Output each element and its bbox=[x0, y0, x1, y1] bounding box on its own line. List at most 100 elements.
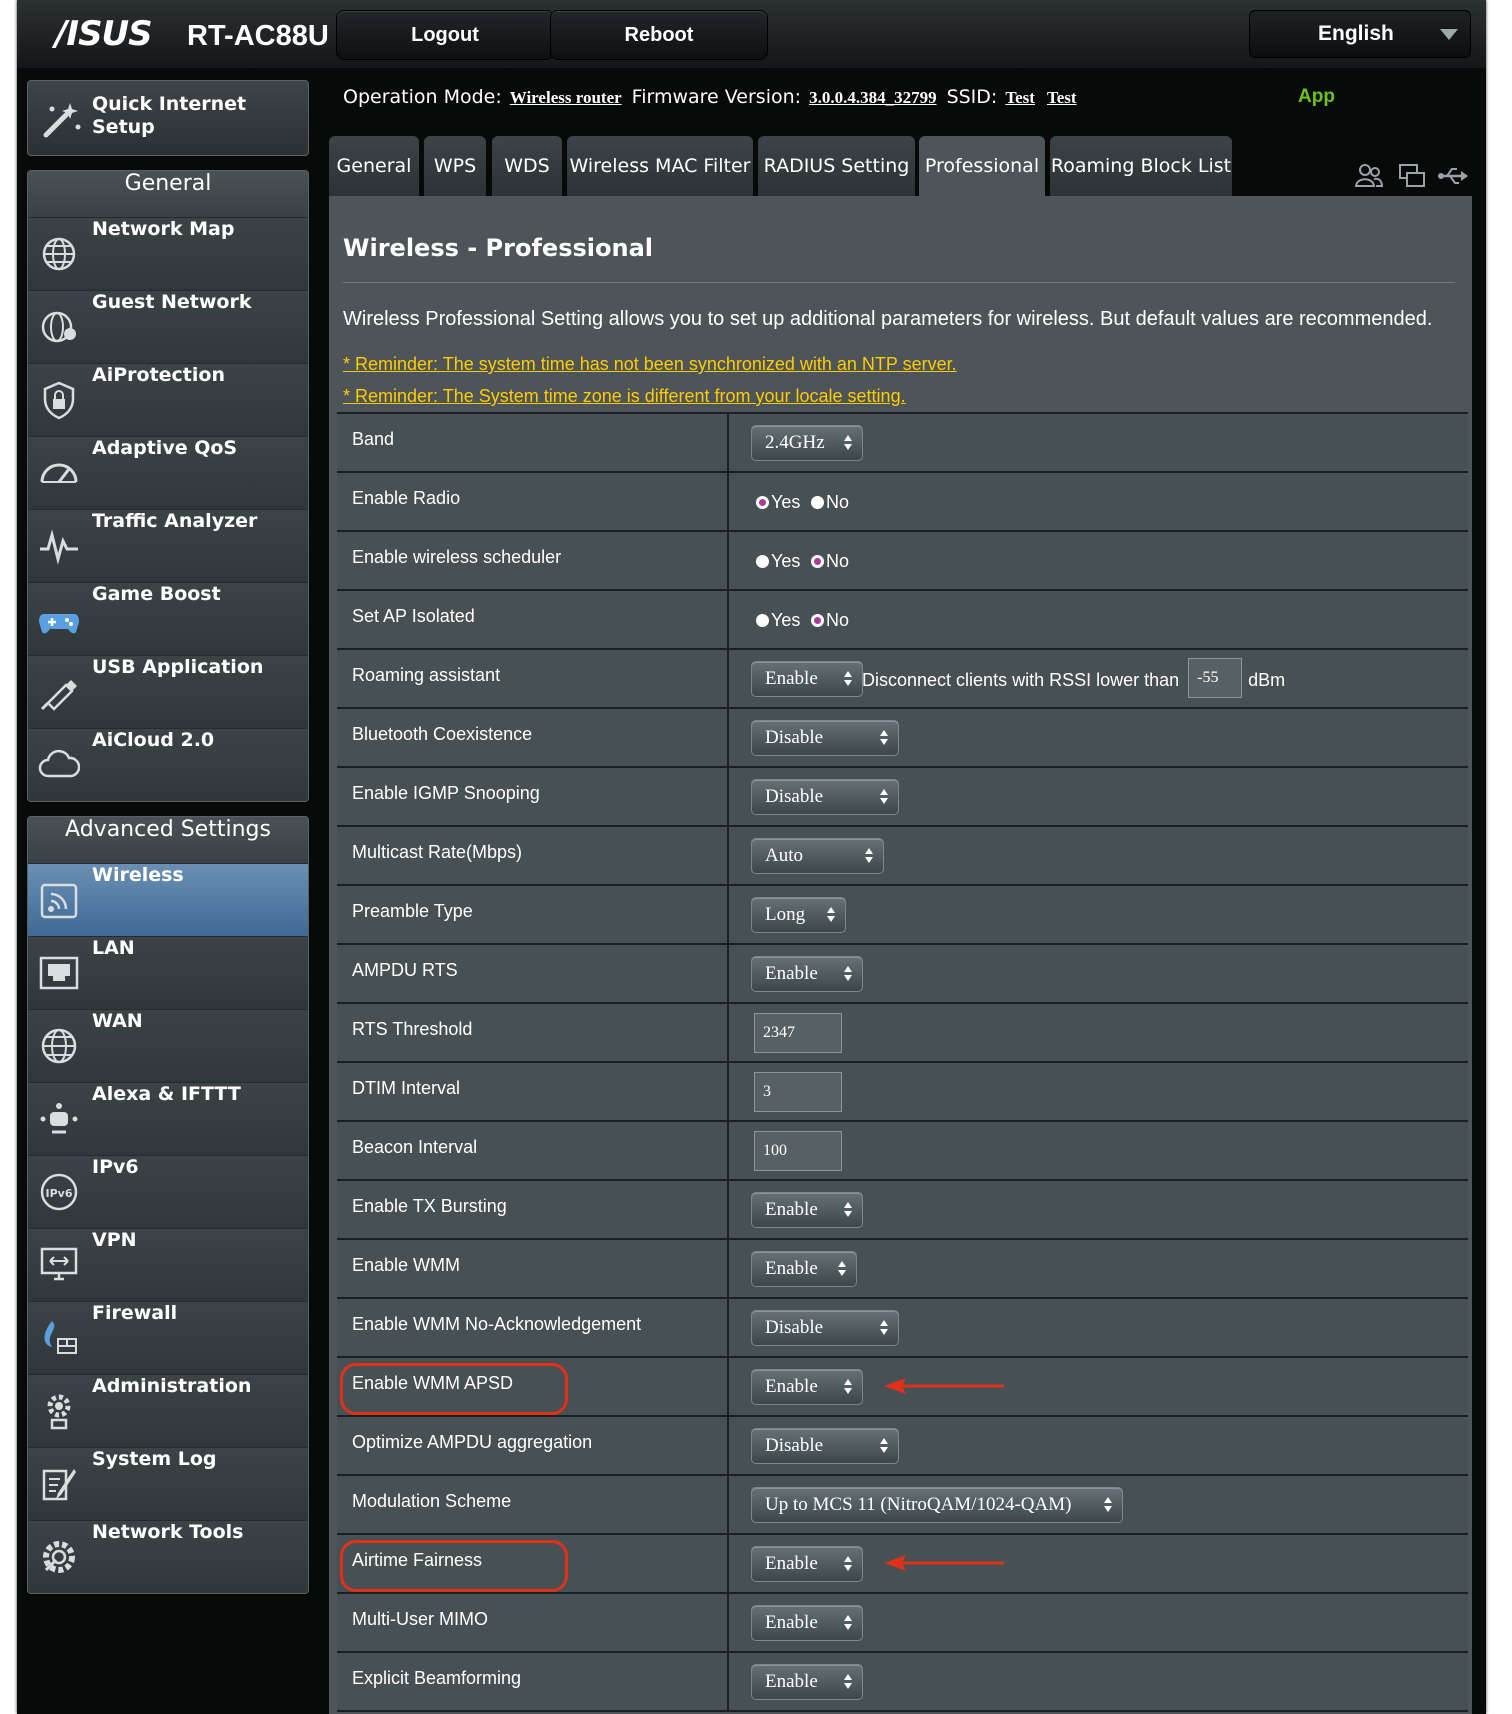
beacon-interval-input[interactable]: 100 bbox=[754, 1131, 842, 1171]
setting-control-enable-radio: Yes No bbox=[741, 473, 1468, 530]
enable-wireless-scheduler-radio-no[interactable]: No bbox=[811, 547, 849, 575]
roaming-assistant-select-value: Enable bbox=[765, 668, 818, 689]
setting-label-beacon-interval: Beacon Interval bbox=[337, 1122, 729, 1179]
nav-advanced-lan[interactable]: LAN bbox=[28, 936, 308, 1009]
enable-wmm-select[interactable]: Enable bbox=[751, 1251, 857, 1287]
tab-professional[interactable]: Professional bbox=[919, 136, 1045, 196]
advanced-settings-section: Advanced Settings Wireless LAN WAN Alexa & … bbox=[27, 816, 309, 1594]
setting-label-optimize-ampdu-aggregation: Optimize AMPDU aggregation bbox=[337, 1417, 729, 1474]
setting-label-bluetooth-coexistence: Bluetooth Coexistence bbox=[337, 709, 729, 766]
nav-general-label: USB Application bbox=[92, 656, 264, 678]
nav-advanced-wan[interactable]: WAN bbox=[28, 1009, 308, 1082]
multicast-rate-mbps-select[interactable]: Auto bbox=[751, 838, 884, 874]
setting-row-enable-radio: Enable Radio Yes No bbox=[337, 473, 1468, 532]
router-admin-page: { "header": { "brand": "/ISUS", "model":… bbox=[0, 0, 1512, 1714]
updown-arrow-icon bbox=[1103, 1497, 1113, 1513]
enable-tx-bursting-select[interactable]: Enable bbox=[751, 1192, 863, 1228]
radio-button-icon[interactable] bbox=[811, 495, 824, 509]
setting-label-enable-wmm: Enable WMM bbox=[337, 1240, 729, 1297]
modulation-scheme-select-value: Up to MCS 11 (NitroQAM/1024-QAM) bbox=[765, 1494, 1072, 1515]
ampdu-rts-select[interactable]: Enable bbox=[751, 956, 863, 992]
nav-general-network-map[interactable]: Network Map bbox=[28, 217, 308, 290]
tab-radius-setting[interactable]: RADIUS Setting bbox=[758, 136, 915, 196]
radio-button-icon[interactable] bbox=[811, 554, 824, 568]
nav-general-aicloud-2-0[interactable]: AiCloud 2.0 bbox=[28, 728, 308, 801]
setting-row-dtim-interval: DTIM Interval 3 bbox=[337, 1063, 1468, 1122]
enable-igmp-snooping-select[interactable]: Disable bbox=[751, 779, 899, 815]
modulation-scheme-select[interactable]: Up to MCS 11 (NitroQAM/1024-QAM) bbox=[751, 1487, 1123, 1523]
app-link[interactable]: App bbox=[1298, 86, 1335, 108]
tab-general[interactable]: General bbox=[329, 136, 419, 196]
nav-advanced-label: WAN bbox=[92, 1010, 143, 1032]
nav-advanced-alexa-and-ifttt[interactable]: Alexa & IFTTT bbox=[28, 1082, 308, 1155]
nav-advanced-vpn[interactable]: VPN bbox=[28, 1228, 308, 1301]
firewall-icon bbox=[38, 1317, 80, 1359]
users-icon[interactable] bbox=[1354, 162, 1384, 190]
enable-radio-radio-yes[interactable]: Yes bbox=[756, 488, 800, 516]
enable-wmm-no-acknowledgement-select-value: Disable bbox=[765, 1317, 824, 1338]
setting-control-enable-wmm: Enable bbox=[741, 1240, 1468, 1297]
red-arrow-icon bbox=[882, 1375, 1007, 1397]
language-select[interactable]: English bbox=[1249, 10, 1471, 58]
rssi-input[interactable]: -55 bbox=[1188, 658, 1243, 698]
bluetooth-coexistence-select[interactable]: Disable bbox=[751, 720, 899, 756]
setting-label-set-ap-isolated: Set AP Isolated bbox=[337, 591, 729, 648]
setting-label-explicit-beamforming: Explicit Beamforming bbox=[337, 1653, 729, 1710]
setting-control-bluetooth-coexistence: Disable bbox=[741, 709, 1468, 766]
vpn-monitor-icon bbox=[38, 1244, 80, 1286]
enable-wmm-apsd-select[interactable]: Enable bbox=[751, 1369, 863, 1405]
tab-wireless-mac-filter[interactable]: Wireless MAC Filter bbox=[567, 136, 753, 196]
nav-general-game-boost[interactable]: Game Boost bbox=[28, 582, 308, 655]
multi-user-mimo-select-value: Enable bbox=[765, 1612, 818, 1633]
band-select[interactable]: 2.4GHz bbox=[751, 425, 863, 461]
optimize-ampdu-aggregation-select[interactable]: Disable bbox=[751, 1428, 899, 1464]
ssid-link-1[interactable]: Test bbox=[1005, 88, 1035, 107]
radio-button-icon[interactable] bbox=[756, 495, 769, 509]
operation-mode-link[interactable]: Wireless router bbox=[510, 88, 622, 107]
nav-general-guest-network[interactable]: Guest Network bbox=[28, 290, 308, 363]
nav-general-aiprotection[interactable]: AiProtection bbox=[28, 363, 308, 436]
nav-general-adaptive-qos[interactable]: Adaptive QoS bbox=[28, 436, 308, 509]
reminder-timezone-link[interactable]: * Reminder: The System time zone is diff… bbox=[343, 386, 906, 407]
nav-general-usb-application[interactable]: USB Application bbox=[28, 655, 308, 728]
nav-general-label: Guest Network bbox=[92, 291, 252, 313]
ssid-link-2[interactable]: Test bbox=[1047, 88, 1077, 107]
radio-button-icon[interactable] bbox=[756, 613, 769, 627]
firmware-version-link[interactable]: 3.0.0.4.384_32799 bbox=[809, 88, 937, 107]
usb-icon[interactable] bbox=[1437, 162, 1471, 190]
tab-wds[interactable]: WDS bbox=[492, 136, 562, 196]
roaming-assistant-select[interactable]: Enable bbox=[751, 661, 863, 697]
radio-button-icon[interactable] bbox=[756, 554, 769, 568]
setting-row-set-ap-isolated: Set AP Isolated Yes No bbox=[337, 591, 1468, 650]
tab-roaming-block-list[interactable]: Roaming Block List bbox=[1050, 136, 1232, 196]
nav-advanced-network-tools[interactable]: Network Tools bbox=[28, 1520, 308, 1593]
reminder-ntp-link[interactable]: * Reminder: The system time has not been… bbox=[343, 354, 957, 375]
dtim-interval-input[interactable]: 3 bbox=[754, 1072, 842, 1112]
advanced-settings-title: Advanced Settings bbox=[28, 817, 308, 863]
nav-advanced-administration[interactable]: Administration bbox=[28, 1374, 308, 1447]
title-divider bbox=[343, 282, 1455, 283]
nav-general-label: Network Map bbox=[92, 218, 235, 240]
logout-button[interactable]: Logout bbox=[336, 10, 554, 60]
enable-radio-radio-no[interactable]: No bbox=[811, 488, 849, 516]
nav-advanced-ipv6[interactable]: IPv6 IPv6 bbox=[28, 1155, 308, 1228]
nav-advanced-wireless[interactable]: Wireless bbox=[28, 863, 308, 936]
setting-row-multi-user-mimo: Multi-User MIMO Enable bbox=[337, 1594, 1468, 1653]
tab-wps[interactable]: WPS bbox=[424, 136, 486, 196]
enable-wireless-scheduler-radio-yes[interactable]: Yes bbox=[756, 547, 800, 575]
preamble-type-select[interactable]: Long bbox=[751, 897, 846, 933]
set-ap-isolated-radio-no[interactable]: No bbox=[811, 606, 849, 634]
nav-advanced-system-log[interactable]: System Log bbox=[28, 1447, 308, 1520]
rts-threshold-input[interactable]: 2347 bbox=[754, 1013, 842, 1053]
set-ap-isolated-radio-yes[interactable]: Yes bbox=[756, 606, 800, 634]
nav-general-traffic-analyzer[interactable]: Traffic Analyzer bbox=[28, 509, 308, 582]
windows-icon[interactable] bbox=[1398, 162, 1426, 190]
multi-user-mimo-select[interactable]: Enable bbox=[751, 1605, 863, 1641]
enable-wmm-no-acknowledgement-select[interactable]: Disable bbox=[751, 1310, 899, 1346]
airtime-fairness-select[interactable]: Enable bbox=[751, 1546, 863, 1582]
nav-advanced-firewall[interactable]: Firewall bbox=[28, 1301, 308, 1374]
radio-button-icon[interactable] bbox=[811, 613, 824, 627]
explicit-beamforming-select[interactable]: Enable bbox=[751, 1664, 863, 1700]
quick-internet-setup-button[interactable]: Quick Internet Setup bbox=[27, 80, 309, 156]
reboot-button[interactable]: Reboot bbox=[550, 10, 768, 60]
